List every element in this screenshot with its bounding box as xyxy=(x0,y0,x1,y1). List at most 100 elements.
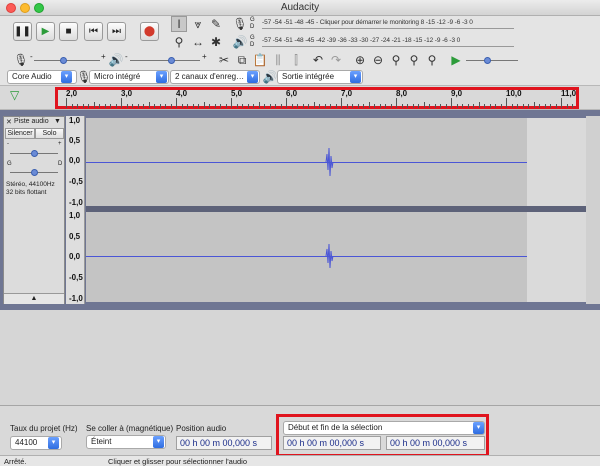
zoom-out-icon: ⊖ xyxy=(372,53,384,67)
undo-button[interactable]: ↶ xyxy=(310,52,326,68)
playback-volume-slider[interactable] xyxy=(130,60,200,61)
cut-button[interactable]: ✂ xyxy=(216,52,232,68)
output-select-arrow[interactable]: ▾ xyxy=(350,71,361,83)
chevron-down-icon: ▾ xyxy=(476,424,481,431)
timeline-tick-mark xyxy=(121,98,122,108)
selection-mode-arrow[interactable]: ▾ xyxy=(473,422,484,434)
track-control-panel: ✕ Piste audio ▼ Silencer Solo - + G D St… xyxy=(3,116,65,304)
redo-button[interactable]: ↷ xyxy=(328,52,344,68)
vertical-scrollbar[interactable] xyxy=(586,116,600,304)
input-select-arrow[interactable]: ▾ xyxy=(156,71,167,83)
waveform-left-svg xyxy=(325,147,334,177)
zoom-out-button[interactable]: ⊖ xyxy=(370,52,386,68)
audio-position-field[interactable]: 00 h 00 m 00,000 s xyxy=(176,436,272,450)
collapse-track-button[interactable]: ▲ xyxy=(4,293,64,304)
play-meter-channels: G D xyxy=(250,35,255,49)
timeline-tick-mark xyxy=(71,104,73,108)
record-button[interactable]: ⬤ xyxy=(140,22,159,41)
silence-button[interactable]: ⫿ xyxy=(288,52,304,68)
host-select-arrow[interactable]: ▾ xyxy=(61,71,72,83)
zoom-in-button[interactable]: ⊕ xyxy=(352,52,368,68)
timeline-tick-mark xyxy=(385,104,386,108)
paste-button[interactable]: 📋 xyxy=(252,52,268,68)
timeline-tick-mark xyxy=(99,104,100,108)
timeline-tick-label: 7,0 xyxy=(341,89,353,98)
play-speed-slider[interactable] xyxy=(466,60,518,61)
record-meter-button[interactable]: 🎙 xyxy=(232,16,248,32)
play-at-speed-button[interactable]: ▶ xyxy=(448,52,464,68)
empty-track-right[interactable] xyxy=(527,212,586,302)
pan-knob[interactable] xyxy=(31,169,38,176)
zoom-tool[interactable]: ⚲ xyxy=(171,34,187,50)
draw-tool[interactable]: ✎ xyxy=(208,16,224,32)
mute-button[interactable]: Silencer xyxy=(5,128,35,139)
timeline-tick-mark xyxy=(423,102,425,108)
zoom-in-icon: ⊕ xyxy=(354,53,366,67)
record-channel-right: D xyxy=(250,24,255,30)
host-value: Core Audio xyxy=(12,72,52,81)
solo-button[interactable]: Solo xyxy=(35,128,64,139)
playback-volume-icon: 🔊 xyxy=(108,52,124,68)
zoom-toggle-button[interactable]: ⚲ xyxy=(424,52,440,68)
record-volume-minus: - xyxy=(30,52,33,61)
play-speed-knob[interactable] xyxy=(484,57,491,64)
close-track-icon[interactable]: ✕ xyxy=(6,118,12,126)
playback-volume-knob[interactable] xyxy=(168,57,175,64)
channels-select-arrow[interactable]: ▾ xyxy=(247,71,258,83)
timeline-tick-mark xyxy=(500,104,502,108)
timeline-tick-mark xyxy=(390,104,392,108)
project-rate-label: Taux du projet (Hz) xyxy=(10,424,78,433)
waveform-channel-left[interactable] xyxy=(86,118,527,206)
record-volume-slider[interactable] xyxy=(34,60,100,61)
gain-knob[interactable] xyxy=(31,150,38,157)
rate-select-arrow[interactable]: ▾ xyxy=(48,437,59,449)
scale-bottom-min: -1,0 xyxy=(69,294,83,303)
toolbar-area: ❚❚ ▶ ■ ⏮ ⏭ ⬤ I ⩔ ✎ ⚲ ↔ ✱ 🎙 G D -57 -54 -… xyxy=(0,16,600,86)
waveform-channel-right[interactable] xyxy=(86,212,527,302)
envelope-tool[interactable]: ⩔ xyxy=(190,16,206,32)
play-meter[interactable]: -57 -54 -51 -48 -45 -42 -39 -36 -33 -30 … xyxy=(262,37,460,44)
timeline-tick-mark xyxy=(484,104,485,108)
stop-button[interactable]: ■ xyxy=(59,22,78,41)
chevron-down-icon: ▾ xyxy=(156,438,161,445)
timeline-tick-mark xyxy=(82,104,84,108)
record-volume-knob[interactable] xyxy=(60,57,67,64)
fit-selection-button[interactable]: ⚲ xyxy=(388,52,404,68)
play-meter-button[interactable]: 🔊 xyxy=(232,34,248,50)
timeline-tick-mark xyxy=(396,98,397,108)
track-bitdepth: 32 bits flottant xyxy=(6,189,47,196)
copy-button[interactable]: ⧉ xyxy=(234,52,250,68)
snap-select-arrow[interactable]: ▾ xyxy=(153,436,164,448)
timeline-tick-label: 8,0 xyxy=(396,89,408,98)
play-icon: ▶ xyxy=(41,26,50,37)
timeshift-tool[interactable]: ↔ xyxy=(190,34,206,50)
timeline-tick-mark xyxy=(126,104,128,108)
snap-value: Éteint xyxy=(91,437,112,446)
timeline-tick-mark xyxy=(159,104,161,108)
channels-value: 2 canaux d'enreg… xyxy=(175,72,245,81)
record-meter[interactable]: -57 -54 -51 -48 -45 - Cliquer pour démar… xyxy=(262,19,473,26)
timeline-tick-mark xyxy=(77,104,78,108)
empty-track-left[interactable] xyxy=(527,118,586,206)
selection-start-field[interactable]: 00 h 00 m 00,000 s xyxy=(283,436,381,450)
selection-mode-select[interactable]: Début et fin de la sélection xyxy=(283,421,485,435)
timeline-tick-mark xyxy=(555,104,557,108)
selection-tool[interactable]: I xyxy=(171,16,187,32)
output-device-icon: 🔊 xyxy=(262,69,278,85)
timeline-ruler[interactable]: ▽ 2,0 3,0 4,0 5,0 6,0 7,0 8,0 9,0 10,0 11,0 xyxy=(0,86,600,110)
track-name-button[interactable]: Piste audio xyxy=(14,118,49,125)
trim-button[interactable]: ⫼ xyxy=(270,52,286,68)
timeline-tick-mark xyxy=(429,104,430,108)
pan-left-label: G xyxy=(7,161,12,167)
fit-project-button[interactable]: ⚲ xyxy=(406,52,422,68)
timeline-tick-mark xyxy=(522,104,524,108)
input-device-value: Micro intégré xyxy=(94,72,141,81)
skip-end-button[interactable]: ⏭ xyxy=(107,22,126,41)
multi-tool[interactable]: ✱ xyxy=(208,34,224,50)
selection-end-field[interactable]: 00 h 00 m 00,000 s xyxy=(386,436,485,450)
play-button[interactable]: ▶ xyxy=(36,22,55,41)
track-menu-icon[interactable]: ▼ xyxy=(54,118,61,125)
skip-start-button[interactable]: ⏮ xyxy=(84,22,103,41)
pause-button[interactable]: ❚❚ xyxy=(13,22,32,41)
vertical-ruler[interactable]: 1,0 0,5 0,0 -0,5 -1,0 1,0 0,5 0,0 -0,5 -… xyxy=(66,116,85,304)
